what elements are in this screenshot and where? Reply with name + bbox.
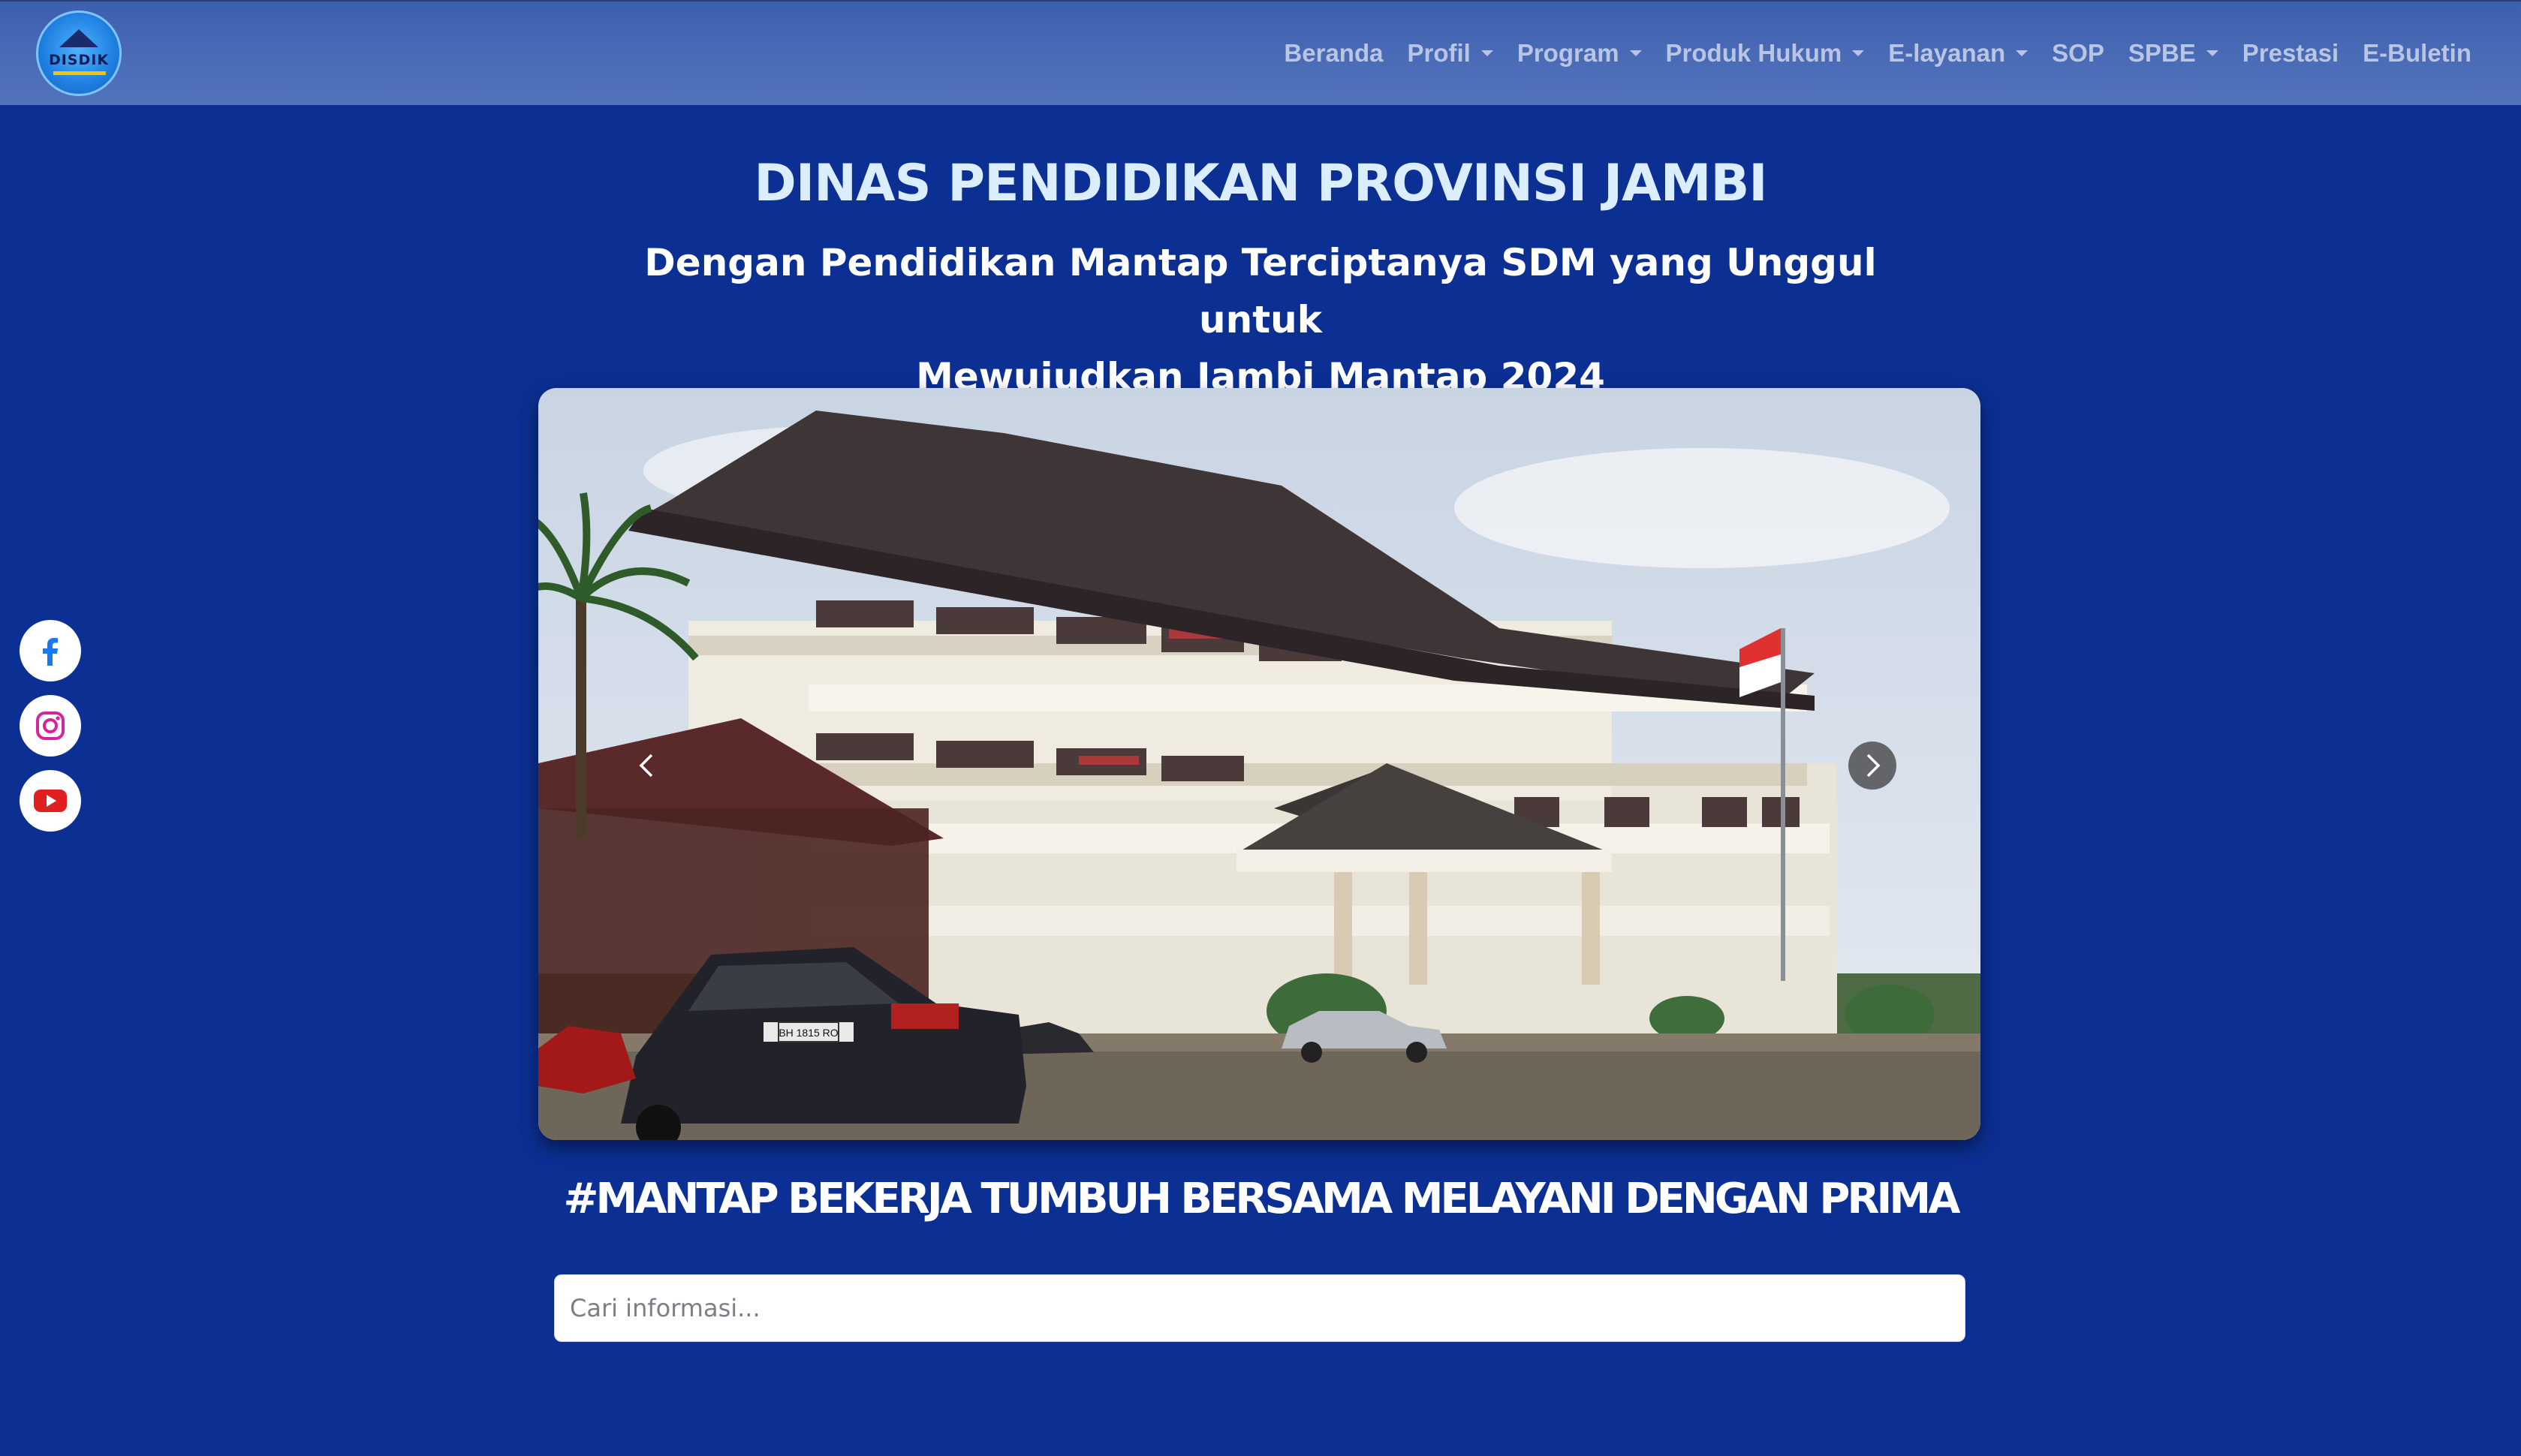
instagram-link[interactable] [20, 695, 81, 757]
chevron-left-icon [639, 754, 653, 778]
instagram-icon [36, 711, 65, 740]
hero-carousel[interactable]: BH 1815 RO [538, 388, 1980, 1140]
disdik-logo[interactable]: DISDIK [36, 11, 122, 96]
chevron-down-icon [1852, 50, 1865, 56]
search-input[interactable] [554, 1274, 1965, 1342]
building-photo: BH 1815 RO [538, 388, 1980, 1140]
subtitle-line-1: Dengan Pendidikan Mantap Terciptanya SDM… [644, 241, 1877, 341]
logo-roof-shape [59, 29, 98, 47]
facebook-link[interactable] [20, 620, 81, 681]
chevron-down-icon [1629, 50, 1642, 56]
nav-e-layanan[interactable]: E-layanan [1888, 39, 2029, 68]
youtube-icon [34, 790, 67, 812]
nav-produk-hukum[interactable]: Produk Hukum [1666, 39, 1865, 68]
youtube-link[interactable] [20, 770, 81, 832]
page-subtitle: Dengan Pendidikan Mantap Terciptanya SDM… [585, 234, 1936, 405]
facebook-icon [43, 638, 58, 666]
carousel-prev-button[interactable] [623, 742, 671, 790]
carousel-next-button[interactable] [1848, 742, 1896, 790]
nav-menu: Beranda Profil Program Produk Hukum E-la… [1260, 35, 2471, 72]
nav-program[interactable]: Program [1517, 39, 1642, 68]
chevron-right-icon [1866, 754, 1881, 778]
logo-text: DISDIK [48, 52, 110, 68]
logo-bar [53, 71, 106, 75]
nav-profil[interactable]: Profil [1407, 39, 1493, 68]
nav-sop[interactable]: SOP [2052, 39, 2104, 68]
nav-e-buletin[interactable]: E-Buletin [2363, 39, 2471, 68]
car-plate-text: BH 1815 RO [779, 1027, 838, 1039]
nav-beranda[interactable]: Beranda [1284, 39, 1383, 68]
top-navbar: DISDIK Beranda Profil Program Produk Huk… [0, 0, 2521, 105]
slogan-hashtag: #MANTAP BEKERJA TUMBUH BERSAMA MELAYANI … [563, 1175, 1961, 1223]
nav-prestasi[interactable]: Prestasi [2242, 39, 2339, 68]
chevron-down-icon [2016, 50, 2029, 56]
chevron-down-icon [2206, 50, 2218, 56]
chevron-down-icon [1480, 50, 1493, 56]
nav-spbe[interactable]: SPBE [2128, 39, 2218, 68]
page-title: DINAS PENDIDIKAN PROVINSI JAMBI [754, 154, 1767, 213]
